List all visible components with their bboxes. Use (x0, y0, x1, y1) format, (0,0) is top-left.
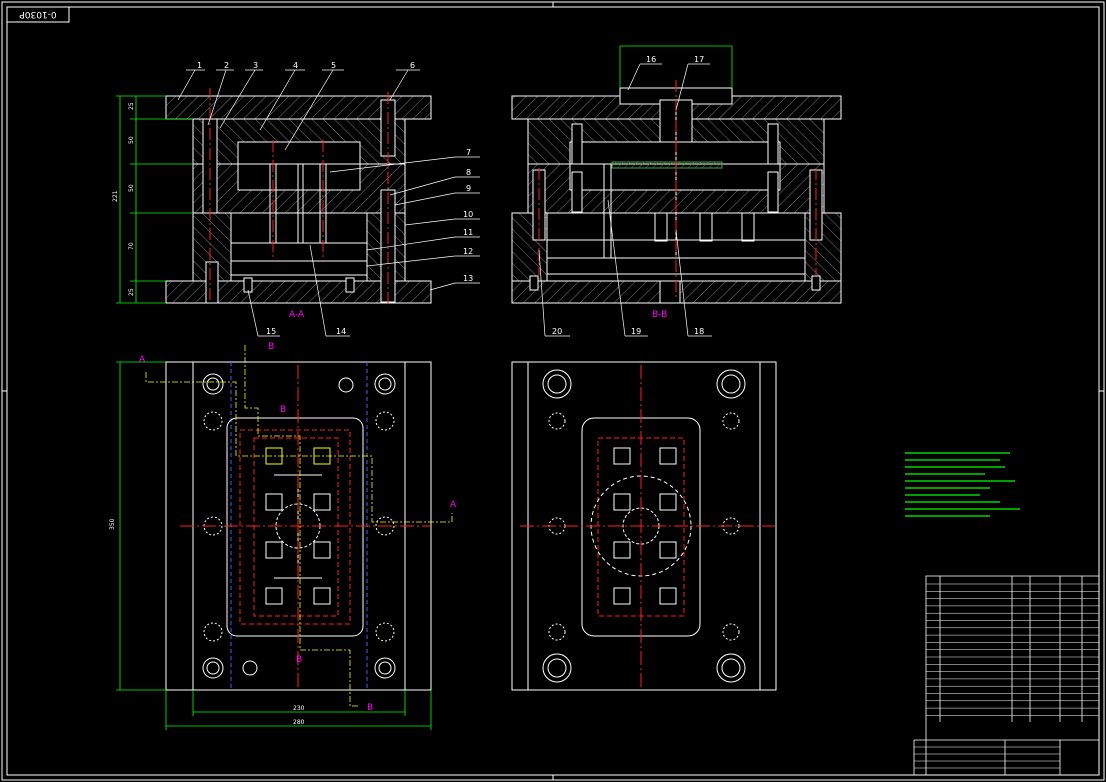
dim-h50-a: 50 (128, 136, 135, 144)
part-number-3: 3 (253, 61, 258, 70)
dim-total: 221 (112, 190, 119, 202)
cut-letter-b-mid: B (280, 405, 286, 415)
part-number-1: 1 (197, 61, 202, 70)
dimension-labels-plan: 350 230 280 (109, 518, 305, 726)
cad-drawing-canvas: 0-1030P 25 50 50 70 25 221 1 2 3 4 5 6 7… (1, 1, 1105, 781)
part-number-17: 17 (694, 55, 704, 64)
dim-outer-width: 280 (293, 719, 305, 726)
cut-letter-b-low: B (296, 655, 302, 665)
part-number-5: 5 (331, 61, 336, 70)
cut-letter-b-bot: B (367, 703, 373, 713)
part-number-7: 7 (466, 148, 471, 157)
part-number-9: 9 (466, 184, 471, 193)
plan-view-fixed-half (511, 361, 777, 691)
section-view-b-b (511, 80, 842, 304)
dimensions-plan-left (116, 361, 432, 730)
dim-h25-bot: 25 (128, 288, 135, 296)
part-number-16: 16 (646, 55, 656, 64)
cut-letter-b-top: B (268, 342, 274, 352)
bom-rows (914, 583, 1099, 776)
part-number-4: 4 (293, 61, 298, 70)
part-number-14: 14 (336, 327, 346, 336)
dim-inner-width: 230 (293, 705, 305, 712)
technical-notes-block (905, 452, 1020, 517)
part-number-6: 6 (410, 61, 415, 70)
cut-letter-a-right: A (450, 500, 457, 510)
part-number-12: 12 (463, 247, 473, 256)
dim-h50-b: 50 (128, 184, 135, 192)
dim-left-height: 350 (109, 518, 116, 530)
dimension-labels-a-a: 25 50 50 70 25 221 (112, 102, 135, 296)
drawing-code: 0-1030P (19, 9, 57, 19)
dimensions-a-a (116, 95, 193, 304)
cut-letter-a-top: A (139, 355, 146, 365)
part-number-8: 8 (466, 168, 471, 177)
dim-h70: 70 (128, 242, 135, 250)
part-number-20: 20 (552, 327, 562, 336)
part-number-13: 13 (463, 274, 473, 283)
part-number-15: 15 (266, 327, 276, 336)
part-number-11: 11 (463, 228, 473, 237)
part-number-10: 10 (463, 210, 473, 219)
dim-h25-top: 25 (128, 102, 135, 110)
plan-view-moving-half (165, 361, 432, 691)
part-number-18: 18 (694, 327, 704, 336)
section-label-a-a: A-A (289, 310, 305, 320)
section-label-b-b: B-B (652, 310, 667, 320)
part-number-2: 2 (224, 61, 229, 70)
part-number-19: 19 (631, 327, 641, 336)
section-view-a-a (165, 88, 432, 306)
